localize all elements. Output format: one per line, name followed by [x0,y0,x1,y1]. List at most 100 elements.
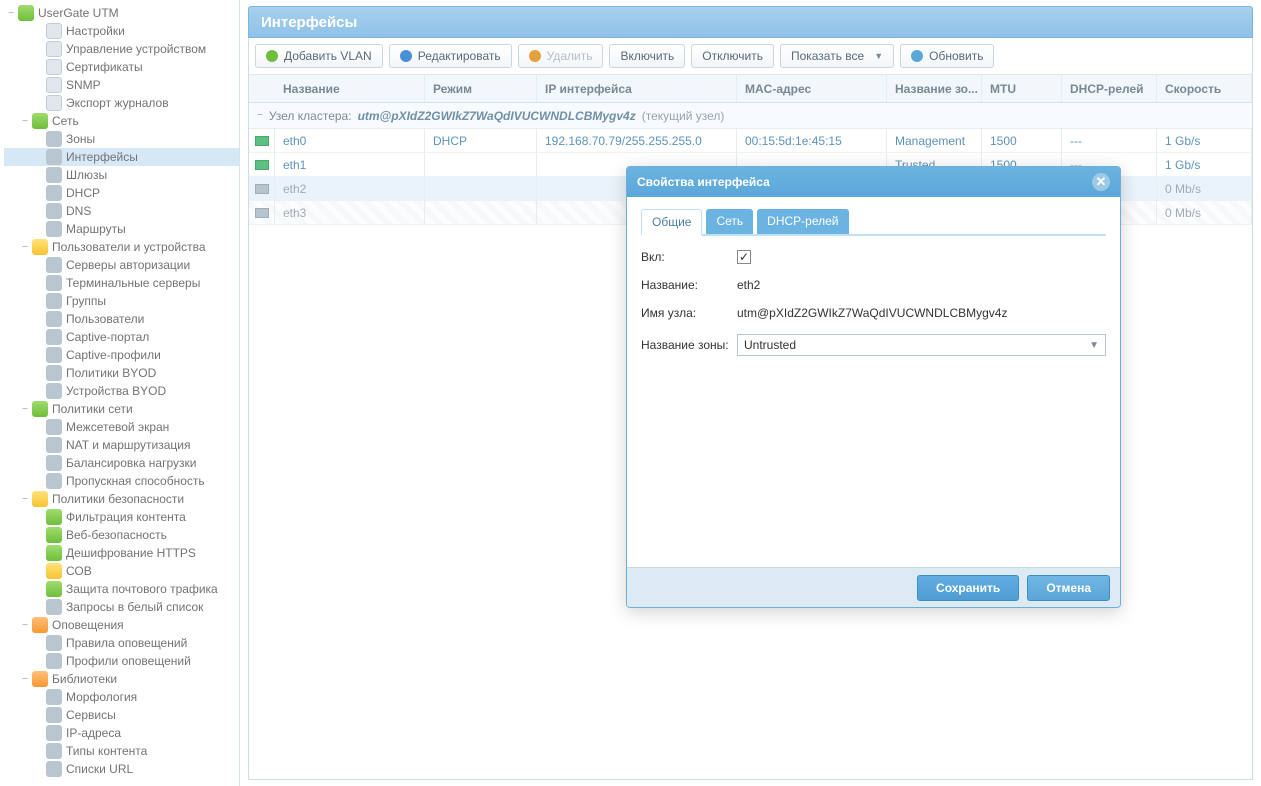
tree-item-url-lists[interactable]: Списки URL [4,760,239,778]
tree-item-dns[interactable]: DNS [4,202,239,220]
column-name[interactable]: Название [275,75,425,102]
rules-icon [46,635,62,651]
collapse-icon[interactable]: − [18,400,32,418]
cell-ip: 192.168.70.79/255.255.255.0 [537,129,737,152]
tab-general[interactable]: Общие [641,209,702,236]
enable-button[interactable]: Включить [609,44,685,68]
save-button[interactable]: Сохранить [917,575,1019,601]
device-icon [46,383,62,399]
column-relay[interactable]: DHCP-релей [1062,75,1157,102]
tree-item-routes[interactable]: Маршруты [4,220,239,238]
tree-item-dhcp[interactable]: DHCP [4,184,239,202]
edit-button[interactable]: Редактировать [389,44,512,68]
cell-speed: 0 Mb/s [1157,201,1252,224]
filter-icon [46,509,62,525]
tree-item-certificates[interactable]: Сертификаты [4,58,239,76]
add-vlan-button[interactable]: Добавить VLAN [255,44,383,68]
tree-item-content-types[interactable]: Типы контента [4,742,239,760]
cell-mode: DHCP [425,129,537,152]
collapse-icon[interactable]: − [18,112,32,130]
dns-icon [46,203,62,219]
tree-item-byod-devices[interactable]: Устройства BYOD [4,382,239,400]
tree-item-web-security[interactable]: Веб-безопасность [4,526,239,544]
enabled-checkbox[interactable]: ✓ [737,250,751,264]
tree-item-settings[interactable]: Настройки [4,22,239,40]
collapse-icon[interactable]: − [18,670,32,688]
tree-item-snmp[interactable]: SNMP [4,76,239,94]
tree-group-network[interactable]: −Сеть [4,112,239,130]
ip-icon [46,725,62,741]
navigation-tree[interactable]: − UserGate UTM Настройки Управление устр… [0,0,240,786]
tree-item-terminal-servers[interactable]: Терминальные серверы [4,274,239,292]
main-panel: Интерфейсы Добавить VLAN Редактировать У… [240,0,1261,786]
tree-item-device-mgmt[interactable]: Управление устройством [4,40,239,58]
tree-group-network-policies[interactable]: −Политики сети [4,400,239,418]
column-mtu[interactable]: MTU [982,75,1062,102]
table-row[interactable]: eth0DHCP192.168.70.79/255.255.255.000:15… [249,129,1252,153]
tree-root-label: UserGate UTM [38,6,119,20]
column-mac[interactable]: MAC-адрес [737,75,887,102]
column-ip[interactable]: IP интерфейса [537,75,737,102]
cell-speed: 0 Mb/s [1157,177,1252,200]
refresh-button[interactable]: Обновить [900,44,994,68]
column-mode[interactable]: Режим [425,75,537,102]
tree-item-ids[interactable]: СОВ [4,562,239,580]
tree-item-interfaces[interactable]: Интерфейсы [4,148,239,166]
tree-root[interactable]: − UserGate UTM [4,4,239,22]
tree-item-mail-protection[interactable]: Защита почтового трафика [4,580,239,598]
show-all-button[interactable]: Показать все▼ [780,44,894,68]
tree-item-export-logs[interactable]: Экспорт журналов [4,94,239,112]
column-zone[interactable]: Название зо... [887,75,982,102]
tree-item-firewall[interactable]: Межсетевой экран [4,418,239,436]
mail-icon [46,581,62,597]
page-icon [46,77,62,93]
dhcp-icon [46,185,62,201]
profile-icon [46,347,62,363]
tree-item-ip-addresses[interactable]: IP-адреса [4,724,239,742]
group-row[interactable]: − Узел кластера: utm@pXIdZ2GWIkZ7WaQdIVU… [249,103,1252,129]
tree-group-users[interactable]: −Пользователи и устройства [4,238,239,256]
ids-icon [46,563,62,579]
tree-item-bandwidth[interactable]: Пропускная способность [4,472,239,490]
tree-item-zones[interactable]: Зоны [4,130,239,148]
collapse-icon[interactable]: − [4,4,18,22]
disable-button[interactable]: Отключить [691,44,774,68]
tree-item-alert-profiles[interactable]: Профили оповещений [4,652,239,670]
tree-item-nat-routing[interactable]: NAT и маршрутизация [4,436,239,454]
tree-group-alerts[interactable]: −Оповещения [4,616,239,634]
tree-item-services[interactable]: Сервисы [4,706,239,724]
dialog-header[interactable]: Свойства интерфейса ✕ [627,167,1120,197]
cell-name: eth2 [275,177,425,200]
tree-item-morphology[interactable]: Морфология [4,688,239,706]
tree-item-captive-profiles[interactable]: Captive-профили [4,346,239,364]
tree-group-security-policies[interactable]: −Политики безопасности [4,490,239,508]
zone-combobox[interactable]: Untrusted ▼ [737,334,1106,356]
column-speed[interactable]: Скорость [1157,75,1252,102]
web-icon [46,527,62,543]
gateway-icon [46,167,62,183]
tree-group-libraries[interactable]: −Библиотеки [4,670,239,688]
cell-name: eth0 [275,129,425,152]
tree-item-alert-rules[interactable]: Правила оповещений [4,634,239,652]
tree-item-auth-servers[interactable]: Серверы авторизации [4,256,239,274]
close-button[interactable]: ✕ [1092,173,1110,191]
tab-network[interactable]: Сеть [706,209,753,234]
tree-item-content-filter[interactable]: Фильтрация контента [4,508,239,526]
delete-button[interactable]: Удалить [518,44,604,68]
collapse-icon[interactable]: − [18,490,32,508]
cancel-button[interactable]: Отмена [1027,575,1110,601]
tree-item-byod-policies[interactable]: Политики BYOD [4,364,239,382]
collapse-icon[interactable]: − [257,110,263,121]
tree-item-groups[interactable]: Группы [4,292,239,310]
tree-item-gateways[interactable]: Шлюзы [4,166,239,184]
grid-header: Название Режим IP интерфейса MAC-адрес Н… [249,75,1252,103]
tree-item-users[interactable]: Пользователи [4,310,239,328]
tree-item-https-decrypt[interactable]: Дешифрование HTTPS [4,544,239,562]
tree-item-load-balancing[interactable]: Балансировка нагрузки [4,454,239,472]
tree-item-captive-portal[interactable]: Captive-портал [4,328,239,346]
tree-item-whitelist-requests[interactable]: Запросы в белый список [4,598,239,616]
list-icon [46,599,62,615]
tab-dhcp-relay[interactable]: DHCP-релей [757,209,848,234]
collapse-icon[interactable]: − [18,616,32,634]
collapse-icon[interactable]: − [18,238,32,256]
